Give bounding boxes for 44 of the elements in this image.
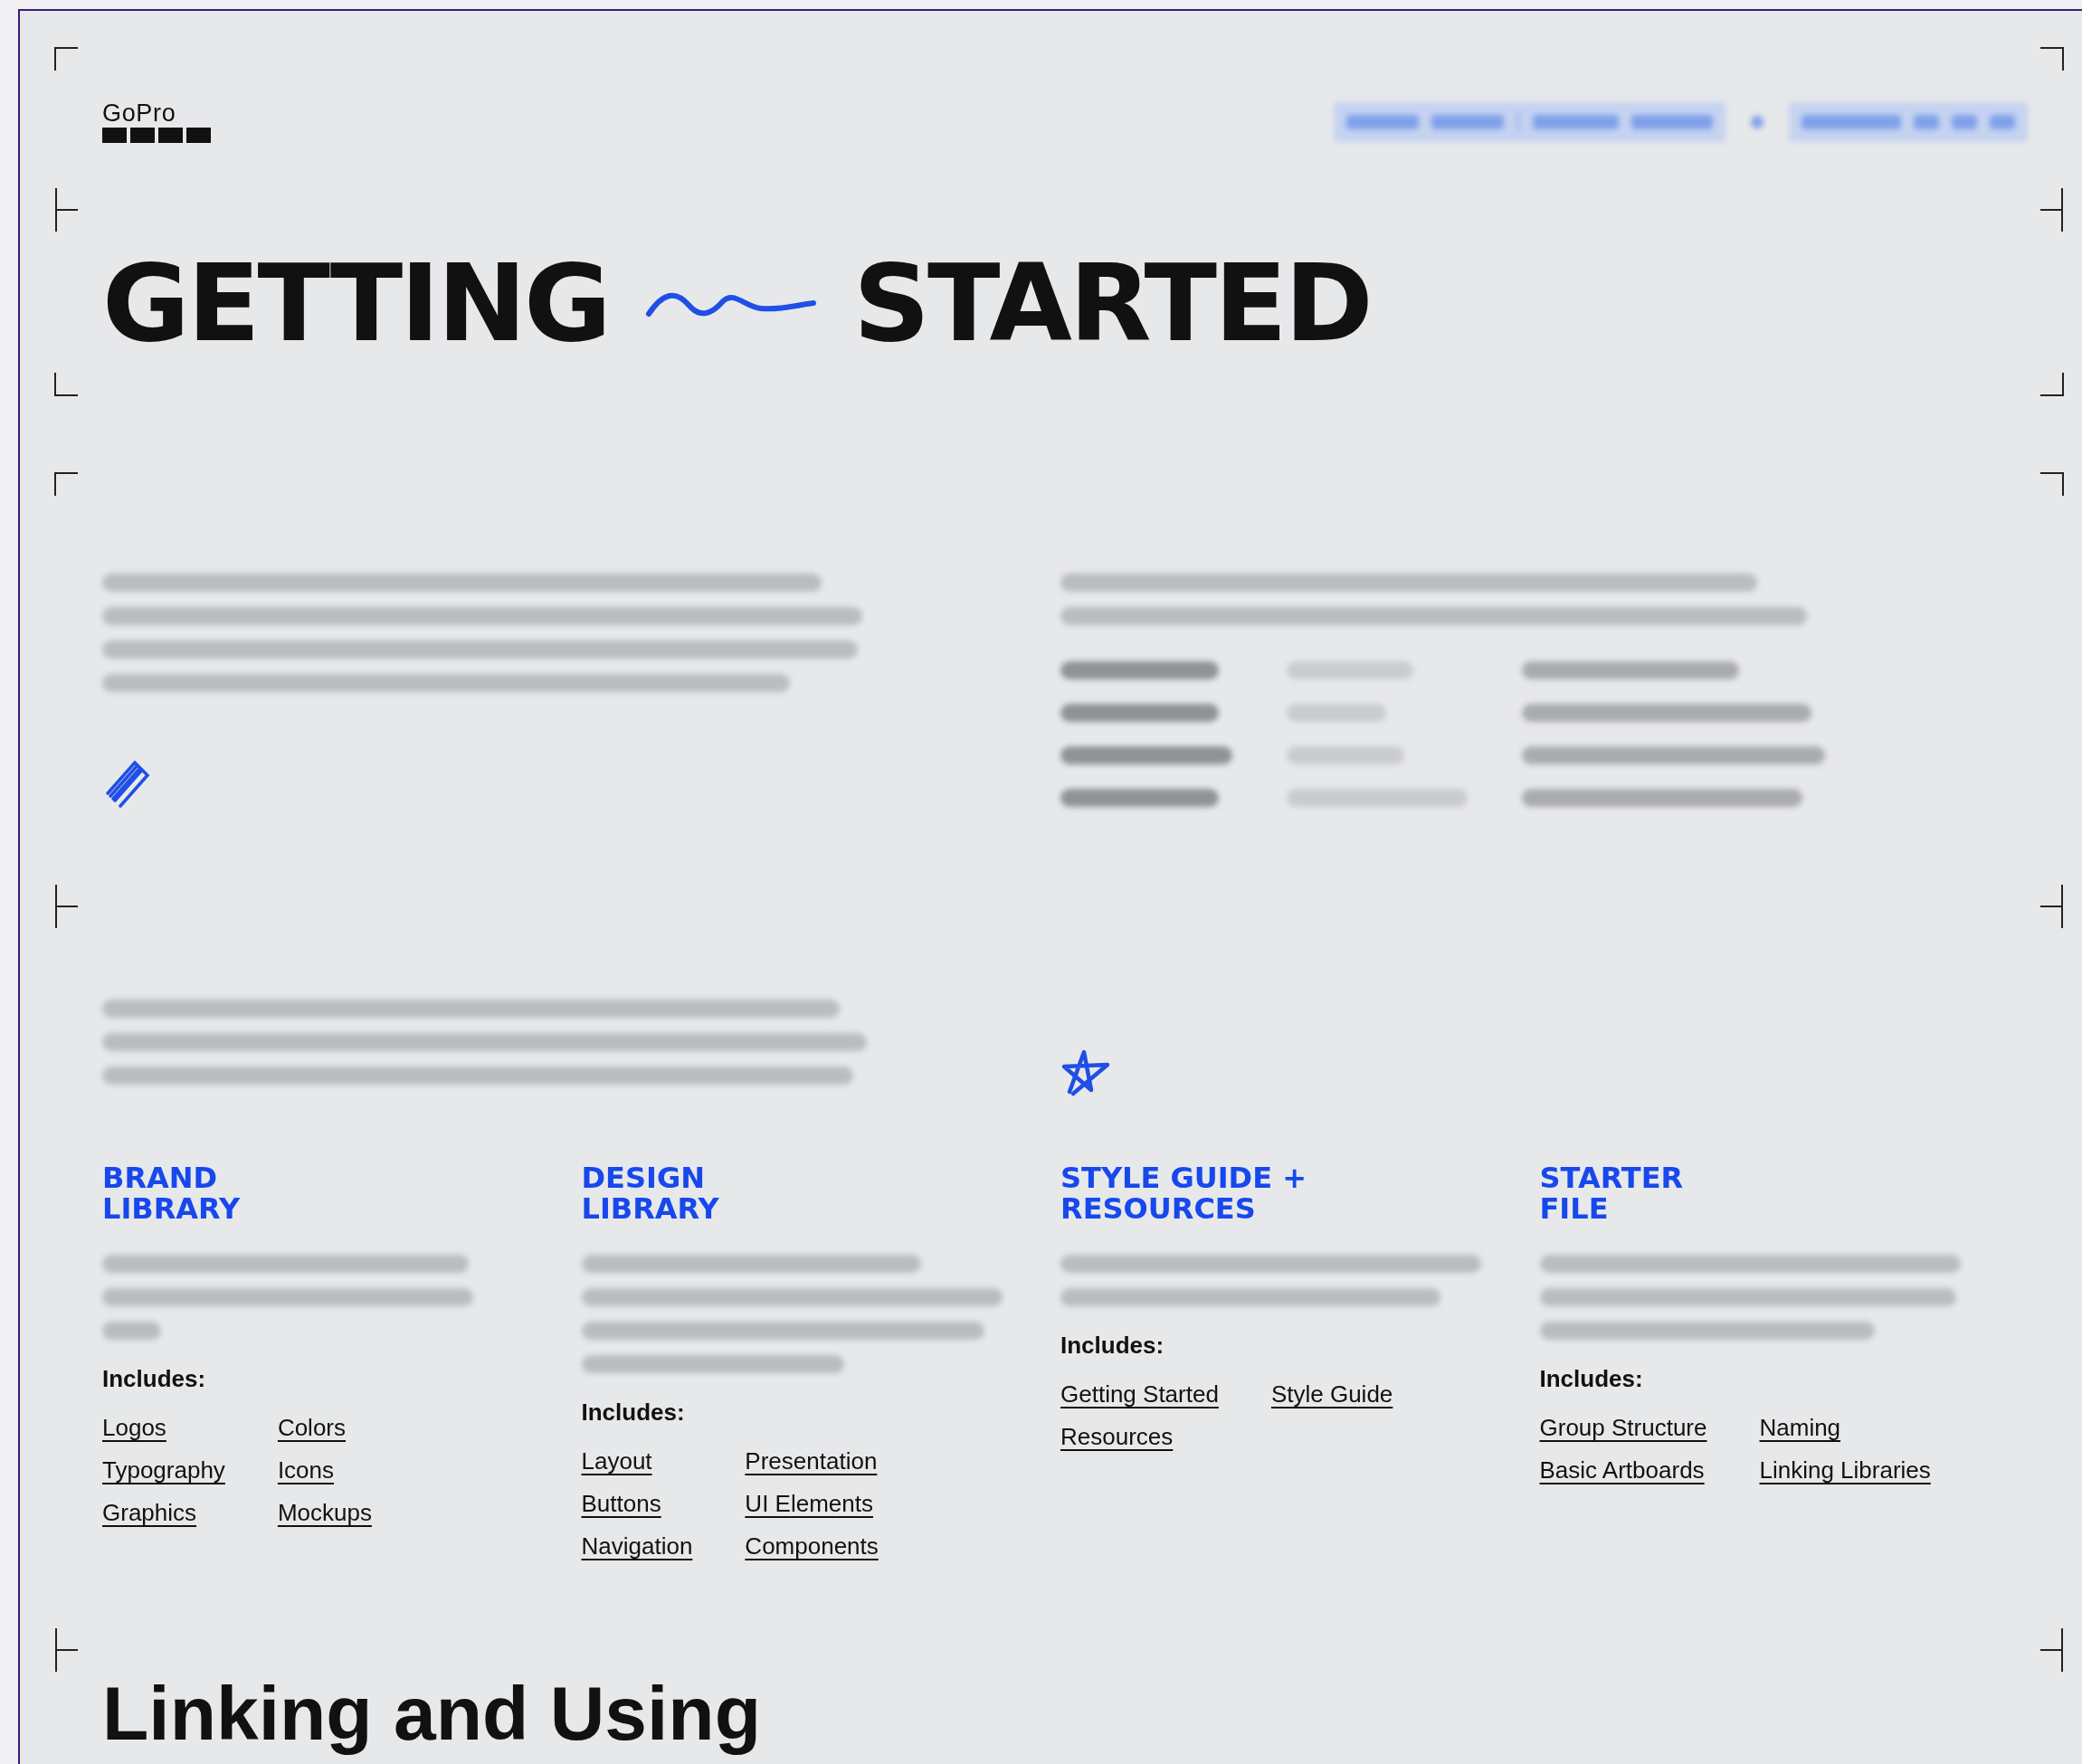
crop-mark — [2040, 472, 2064, 496]
logo-blocks-icon — [102, 128, 211, 143]
link[interactable]: Typography — [102, 1456, 225, 1485]
link[interactable]: Buttons — [581, 1489, 693, 1519]
crop-mark — [2039, 1628, 2064, 1672]
link[interactable]: Getting Started — [1060, 1380, 1219, 1409]
page-title: STARTED — [853, 250, 1371, 356]
section-heading: Linking and Using — [102, 1670, 761, 1758]
link[interactable]: Presentation — [745, 1446, 879, 1476]
section-heading: STARTER FILE — [1539, 1162, 1685, 1224]
link[interactable]: Basic Artboards — [1539, 1456, 1707, 1485]
link[interactable]: Logos — [102, 1413, 225, 1443]
link[interactable]: Mockups — [277, 1498, 372, 1528]
link[interactable]: Icons — [277, 1456, 372, 1485]
link[interactable]: Colors — [277, 1413, 372, 1443]
link[interactable]: Resources — [1060, 1422, 1219, 1452]
link[interactable]: Style Guide — [1270, 1380, 1393, 1409]
crop-mark — [54, 1628, 80, 1672]
crop-mark — [54, 373, 78, 396]
logo-text: GoPro — [102, 101, 176, 126]
crop-mark — [2040, 373, 2064, 396]
page-title: GETTING — [102, 250, 610, 356]
crop-mark — [2040, 47, 2064, 71]
link[interactable]: Linking Libraries — [1759, 1456, 1931, 1485]
includes-label: Includes: — [102, 1364, 207, 1394]
section-heading: BRAND LIBRARY — [102, 1162, 242, 1224]
includes-label: Includes: — [1539, 1364, 1644, 1394]
link[interactable]: Navigation — [581, 1532, 693, 1561]
crop-mark — [54, 188, 80, 232]
crop-mark — [2039, 885, 2064, 928]
crop-mark — [54, 472, 78, 496]
includes-label: Includes: — [1060, 1331, 1165, 1361]
crop-mark — [54, 885, 80, 928]
link[interactable]: Layout — [581, 1446, 693, 1476]
section-heading: STYLE GUIDE + RESOURCES — [1060, 1162, 1307, 1224]
includes-label: Includes: — [581, 1398, 686, 1427]
link[interactable]: Group Structure — [1539, 1413, 1707, 1443]
link[interactable]: UI Elements — [745, 1489, 879, 1519]
section-heading: DESIGN LIBRARY — [581, 1162, 720, 1224]
link[interactable]: Graphics — [102, 1498, 225, 1528]
crop-mark — [2039, 188, 2064, 232]
link[interactable]: Components — [745, 1532, 879, 1561]
crop-mark — [54, 47, 78, 71]
link[interactable]: Naming — [1759, 1413, 1931, 1443]
